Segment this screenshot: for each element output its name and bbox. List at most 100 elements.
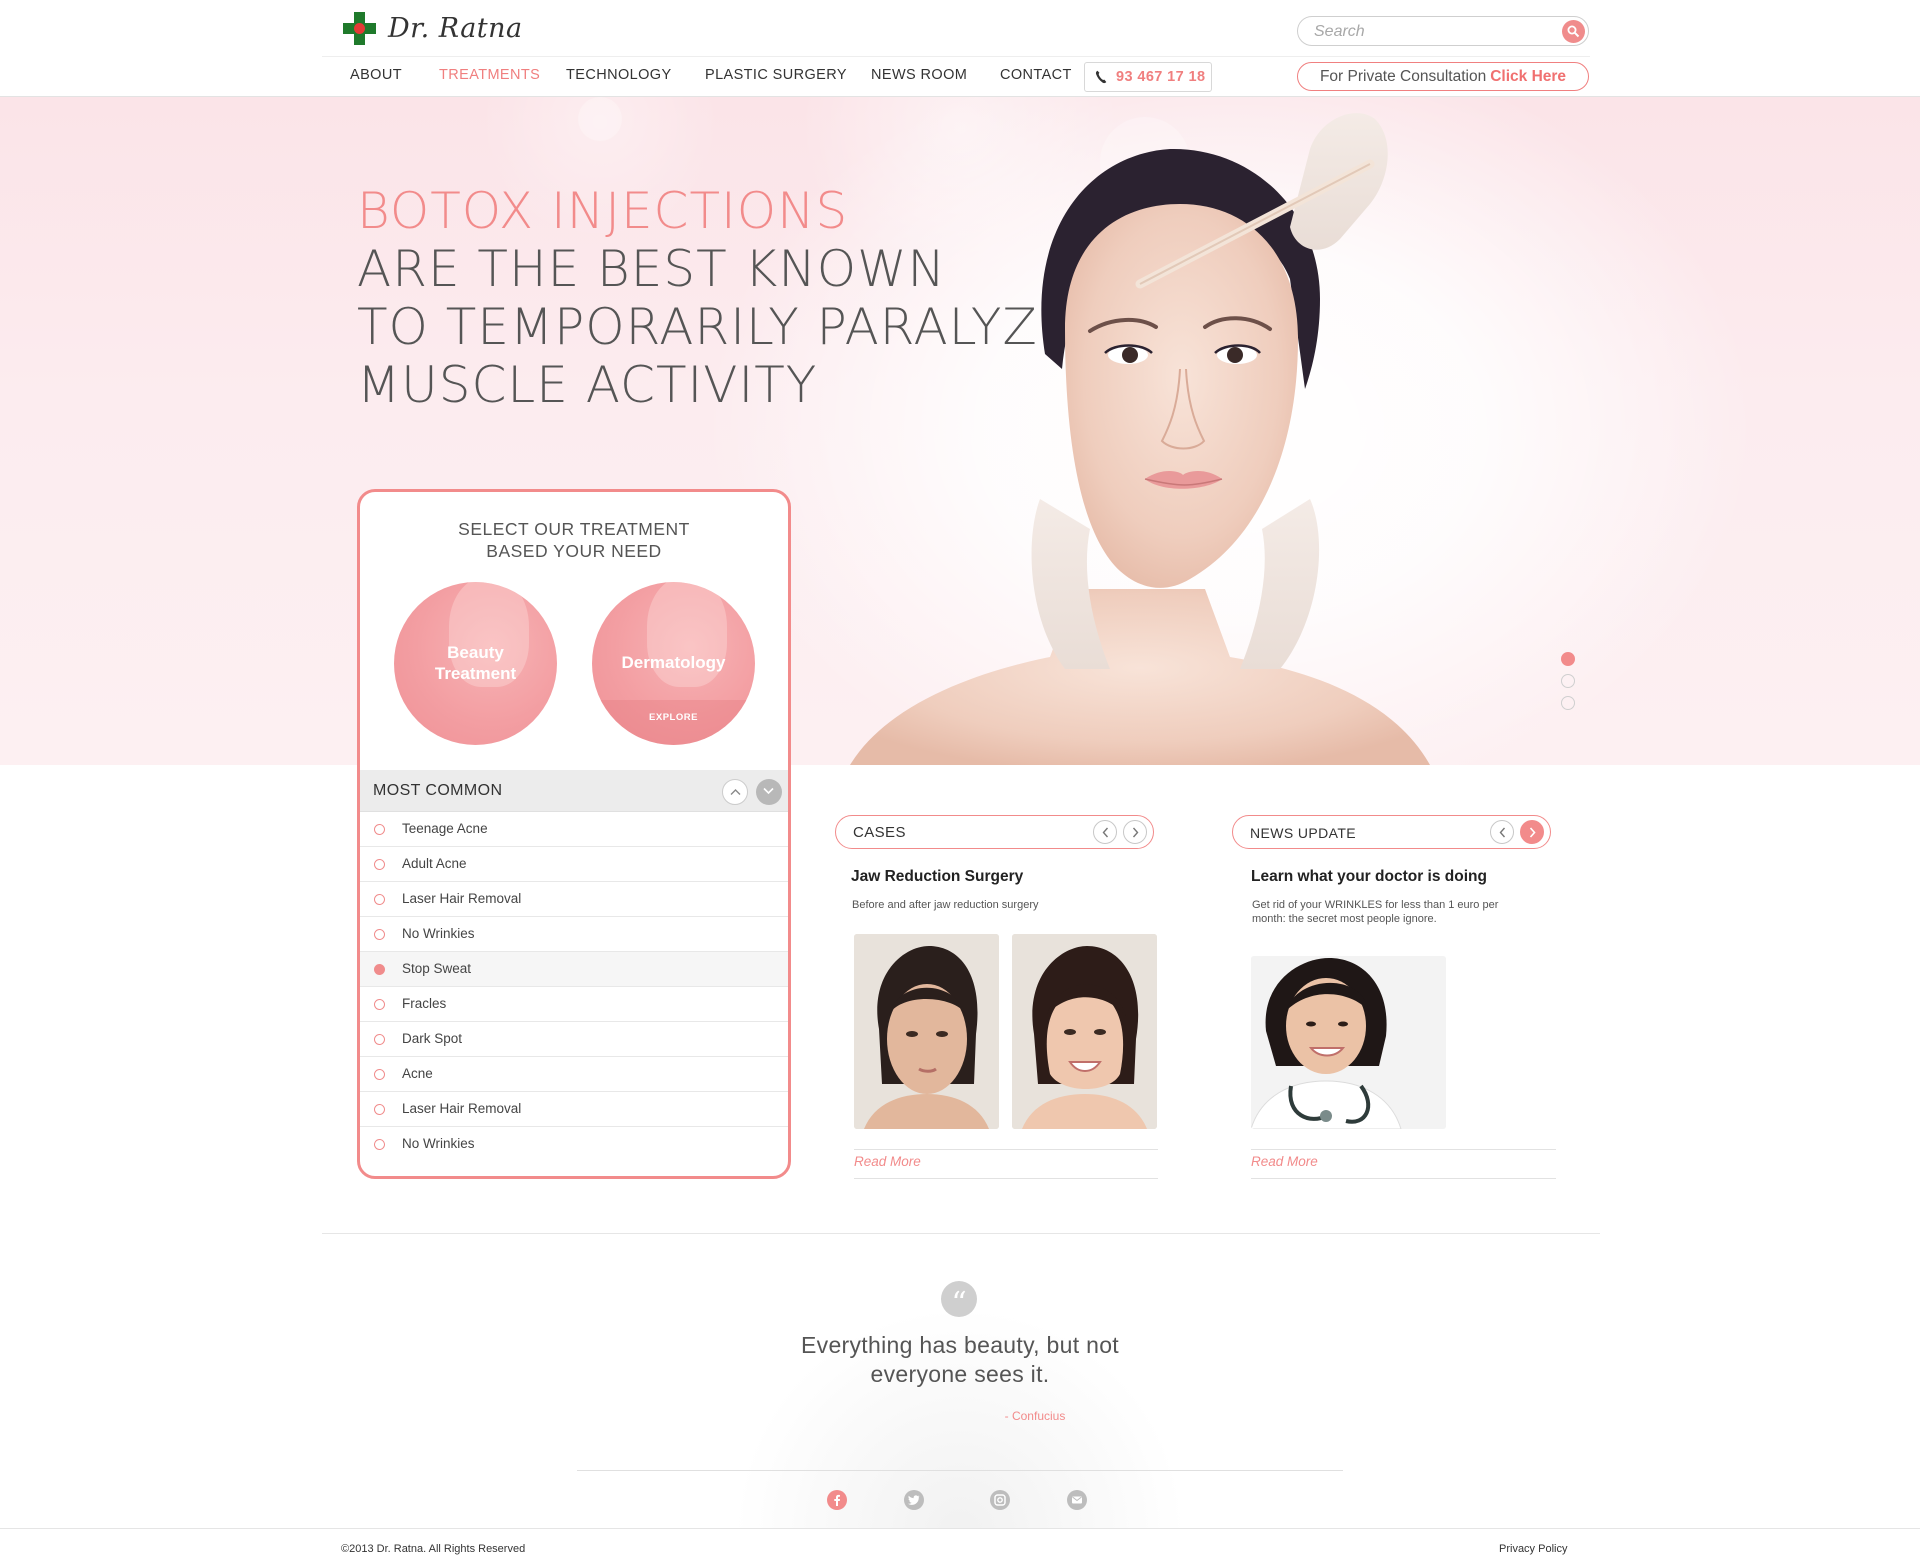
radio-button[interactable] — [374, 999, 385, 1010]
radio-button[interactable] — [374, 894, 385, 905]
list-item[interactable]: Fracles — [360, 987, 788, 1022]
list-item[interactable]: Dark Spot — [360, 1022, 788, 1057]
slider-dot[interactable] — [1561, 674, 1575, 688]
scroll-down-button[interactable] — [756, 779, 782, 805]
case-subtitle: Before and after jaw reduction surgery — [852, 899, 1039, 911]
news-prev-button[interactable] — [1490, 820, 1514, 844]
chevron-up-icon — [730, 789, 741, 795]
news-title[interactable]: Learn what your doctor is doing — [1251, 868, 1487, 886]
divider — [1251, 1178, 1556, 1179]
list-item-label: Adult Acne — [402, 856, 467, 871]
doctor-photo[interactable] — [1251, 956, 1446, 1129]
nav-technology[interactable]: TECHNOLOGY — [566, 67, 672, 83]
divider — [577, 1470, 1343, 1471]
radio-button[interactable] — [374, 1034, 385, 1045]
chevron-left-icon — [1499, 827, 1506, 838]
before-photo[interactable] — [854, 934, 999, 1129]
search-input[interactable] — [1314, 22, 1544, 42]
chevron-left-icon — [1102, 827, 1109, 838]
medical-cross-icon — [343, 12, 376, 45]
list-item-label: No Wrinkies — [402, 926, 475, 941]
most-common-list: Teenage Acne Adult Acne Laser Hair Remov… — [360, 812, 788, 1162]
treatment-panel-title: SELECT OUR TREATMENT BASED YOUR NEED — [360, 518, 788, 562]
instagram-icon[interactable] — [990, 1490, 1010, 1510]
quote-text: Everything has beauty, but not everyone … — [801, 1332, 1119, 1387]
site-footer: ©2013 Dr. Ratna. All Rights Reserved Pri… — [0, 1528, 1920, 1565]
slider-dot[interactable] — [1561, 652, 1575, 666]
email-icon[interactable] — [1067, 1490, 1087, 1510]
consultation-text: For Private Consultation — [1319, 67, 1487, 85]
news-next-button[interactable] — [1520, 820, 1544, 844]
nav-news-room[interactable]: NEWS ROOM — [871, 67, 967, 83]
before-face-image — [854, 934, 999, 1129]
list-item[interactable]: No Wrinkies — [360, 1127, 788, 1162]
phone-number: 93 467 17 18 — [1116, 69, 1206, 85]
search-button[interactable] — [1562, 20, 1585, 43]
cases-read-more-link[interactable]: Read More — [854, 1154, 921, 1169]
logo-text: Dr. Ratna — [388, 13, 523, 44]
case-title[interactable]: Jaw Reduction Surgery — [851, 868, 1023, 886]
most-common-title: MOST COMMON — [373, 782, 503, 799]
radio-button[interactable] — [374, 1139, 385, 1150]
cases-header: CASES — [835, 815, 1154, 849]
list-item[interactable]: Laser Hair Removal — [360, 1092, 788, 1127]
bokeh-decoration — [578, 97, 622, 141]
private-consultation-button[interactable]: For Private Consultation Click Here — [1297, 62, 1589, 91]
radio-button[interactable] — [374, 824, 385, 835]
twitter-icon[interactable] — [904, 1490, 924, 1510]
logo[interactable]: Dr. Ratna — [343, 12, 523, 45]
after-face-image — [1012, 934, 1157, 1129]
beauty-treatment-button[interactable]: Beauty Treatment — [394, 582, 557, 745]
list-item[interactable]: No Wrinkies — [360, 917, 788, 952]
slider-dot[interactable] — [1561, 696, 1575, 710]
list-item[interactable]: Laser Hair Removal — [360, 882, 788, 917]
news-update-header: NEWS UPDATE — [1232, 815, 1551, 849]
nav-contact[interactable]: CONTACT — [1000, 67, 1072, 83]
chevron-right-icon — [1529, 827, 1536, 838]
nav-about[interactable]: ABOUT — [350, 67, 402, 83]
treatment-panel-title-line: BASED YOUR NEED — [486, 541, 662, 561]
hero-banner: BOTOX INJECTIONS ARE THE BEST KNOWN TO T… — [0, 97, 1920, 765]
phone-box[interactable]: 93 467 17 18 — [1084, 62, 1212, 92]
privacy-policy-link[interactable]: Privacy Policy — [1499, 1543, 1567, 1555]
radio-button[interactable] — [374, 859, 385, 870]
radio-button[interactable] — [374, 929, 385, 940]
search-box — [1297, 16, 1589, 46]
consultation-link[interactable]: Click Here — [1490, 68, 1566, 86]
news-read-more-link[interactable]: Read More — [1251, 1154, 1318, 1169]
explore-button[interactable]: EXPLORE — [592, 700, 755, 745]
facebook-icon[interactable] — [827, 1490, 847, 1510]
divider — [854, 1149, 1158, 1150]
news-update-title: NEWS UPDATE — [1250, 825, 1357, 841]
list-item-label: Stop Sweat — [402, 961, 472, 976]
list-item-label: No Wrinkies — [402, 1136, 475, 1151]
cases-prev-button[interactable] — [1093, 820, 1117, 844]
radio-button[interactable] — [374, 1104, 385, 1115]
list-item[interactable]: Acne — [360, 1057, 788, 1092]
list-item[interactable]: Stop Sweat — [360, 952, 788, 987]
quote-author: - Confucius — [1004, 1409, 1066, 1423]
divider — [322, 1233, 1600, 1234]
doctor-image — [1251, 956, 1446, 1129]
radio-button[interactable] — [374, 1069, 385, 1080]
radio-button[interactable] — [374, 964, 385, 975]
copyright-text: ©2013 Dr. Ratna. All Rights Reserved — [341, 1543, 526, 1555]
scroll-up-button[interactable] — [722, 779, 748, 805]
list-item-label: Fracles — [402, 996, 447, 1011]
quote-icon: “ — [941, 1281, 977, 1321]
treatment-panel: SELECT OUR TREATMENT BASED YOUR NEED Bea… — [357, 489, 791, 1179]
list-item-label: Laser Hair Removal — [402, 1101, 522, 1116]
cases-next-button[interactable] — [1123, 820, 1147, 844]
nav-plastic-surgery[interactable]: PLASTIC SURGERY — [705, 67, 847, 83]
nav-treatments[interactable]: TREATMENTS — [439, 67, 540, 83]
news-subtitle: Get rid of your WRINKLES for less than 1… — [1252, 899, 1499, 925]
after-photo[interactable] — [1012, 934, 1157, 1129]
list-item[interactable]: Adult Acne — [360, 847, 788, 882]
hero-woman-image — [850, 113, 1430, 765]
list-item[interactable]: Teenage Acne — [360, 812, 788, 847]
dermatology-button[interactable]: Dermatology EXPLORE — [592, 582, 755, 745]
list-item-label: Acne — [402, 1066, 433, 1081]
chevron-down-icon — [763, 787, 774, 795]
cases-title: CASES — [853, 824, 906, 841]
treatment-panel-title-line: SELECT OUR TREATMENT — [458, 519, 690, 539]
